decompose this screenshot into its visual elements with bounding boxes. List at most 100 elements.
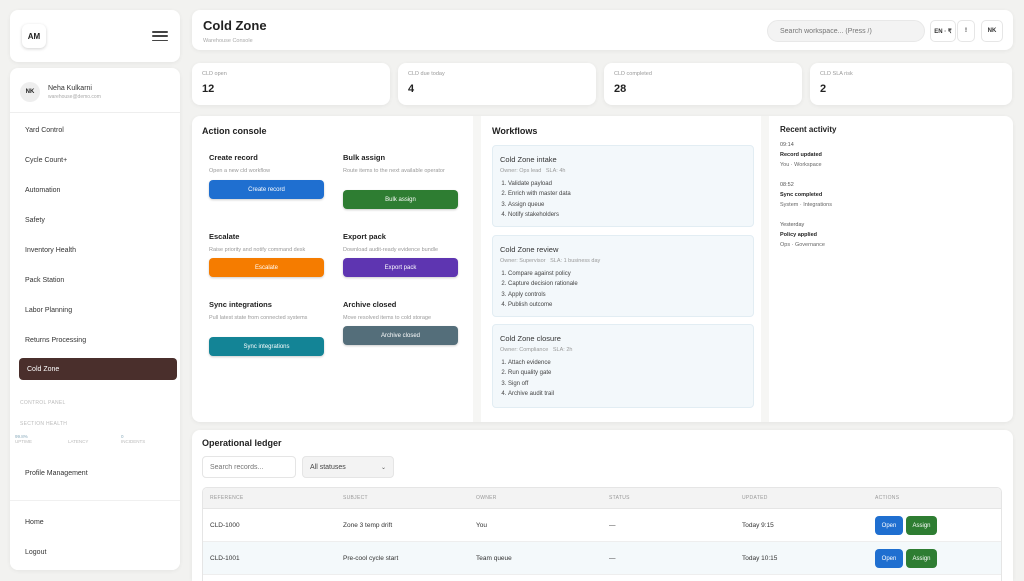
kpi-value: 28 [614,83,627,95]
workflow-card[interactable]: Cold Zone closure Owner: Compliance SLA:… [492,324,754,408]
workflow-card[interactable]: Cold Zone intake Owner: Ops lead SLA: 4h… [492,145,754,227]
ledger-table: REFERENCE SUBJECT OWNER STATUS UPDATED A… [202,487,1002,581]
workflow-owner: Owner: Compliance [500,347,549,353]
table-row[interactable]: CLD-1001 Pre-cool cycle start Team queue… [203,542,1001,575]
action-sync-integrations: Sync integrations Pull latest state from… [209,300,329,360]
chevron-down-icon: ⌄ [380,465,386,471]
workflow-step: Sign off [508,381,554,391]
sidebar-footer: Home Logout [10,500,180,570]
sidebar-item-inventory-health[interactable]: Inventory Health [19,239,177,261]
recent-activity-title: Recent activity [780,125,837,134]
health-uptime: 99.8% UPTIME [15,434,68,444]
workflow-steps: Validate payload Enrich with master data… [508,181,571,222]
notification-alert-icon[interactable]: ! [957,20,975,42]
workflow-title: Cold Zone closure [500,334,561,343]
cell-updated: Today 10:15 [742,555,778,562]
action-archive-closed: Archive closed Move resolved items to co… [343,300,463,350]
column-header[interactable]: SUBJECT [343,495,368,501]
action-title: Escalate [209,232,240,241]
activity-time: 09:14 [780,142,794,148]
sidebar-item-labor-planning[interactable]: Labor Planning [19,299,177,321]
action-export-pack: Export pack Download audit-ready evidenc… [343,232,463,282]
activity-title: Record updated [780,152,822,158]
sidebar-item-profile-management[interactable]: Profile Management [19,462,177,484]
cell-reference: CLD-1001 [210,555,240,562]
open-button[interactable]: Open [875,549,903,568]
page-header: Cold Zone Warehouse Console EN · ₹ ! NK [192,10,1013,50]
sync-integrations-button[interactable]: Sync integrations [209,337,324,356]
avatar: NK [20,82,40,102]
archive-closed-button[interactable]: Archive closed [343,326,458,345]
workflow-step: Apply controls [508,292,578,302]
sidebar: NK Neha Kulkarni warehouse@demo.com Yard… [10,68,180,570]
sidebar-item-cold-zone[interactable]: Cold Zone [19,358,177,380]
table-header: REFERENCE SUBJECT OWNER STATUS UPDATED A… [203,488,1001,509]
column-header[interactable]: UPDATED [742,495,768,501]
health-label: INCIDENTS [121,439,146,444]
create-record-button[interactable]: Create record [209,180,324,199]
workflow-step: Notify stakeholders [508,212,571,222]
action-title: Create record [209,153,258,162]
workflow-steps: Compare against policy Capture decision … [508,271,578,312]
cell-owner: You [476,522,487,529]
cell-status: — [609,522,616,529]
workflow-card[interactable]: Cold Zone review Owner: Supervisor SLA: … [492,235,754,317]
kpi-value: 2 [820,83,827,95]
kpi-label: CLD SLA risk [820,71,853,77]
user-profile[interactable]: NK Neha Kulkarni warehouse@demo.com [20,76,170,108]
action-desc: Download audit-ready evidence bundle [343,247,439,253]
workflow-owner: Owner: Supervisor [500,258,546,264]
status-filter-select[interactable]: All statuses ⌄ [302,456,394,478]
sidebar-item-safety[interactable]: Safety [19,209,177,231]
kpi-card: CLD completed 28 [604,63,802,105]
assign-button[interactable]: Assign [906,516,937,535]
search-input[interactable] [767,20,925,42]
workflow-steps: Attach evidence Run quality gate Sign of… [508,360,554,401]
open-button[interactable]: Open [875,516,903,535]
workflow-sla: SLA: 2h [552,347,573,353]
status-filter-value: All statuses [310,463,346,471]
language-currency-button[interactable]: EN · ₹ [930,20,956,42]
bulk-assign-button[interactable]: Bulk assign [343,190,458,209]
table-row[interactable]: CLD-1000 Zone 3 temp drift You — Today 9… [203,509,1001,542]
workflow-step: Archive audit trail [508,391,554,401]
column-header[interactable]: OWNER [476,495,497,501]
cell-status: — [609,555,616,562]
activity-sub: System · Integrations [780,202,832,208]
cell-updated: Today 9:15 [742,522,774,529]
column-header[interactable]: REFERENCE [210,495,244,501]
menu-toggle-icon[interactable] [152,31,168,41]
sidebar-item-home[interactable]: Home [19,511,177,533]
logo-card: AM [10,10,180,62]
workflow-meta: Owner: Compliance SLA: 2h [500,347,572,353]
escalate-button[interactable]: Escalate [209,258,324,277]
action-title: Archive closed [343,300,397,309]
workflow-title: Cold Zone review [500,245,559,254]
ledger-search-input[interactable] [202,456,296,478]
user-name: Neha Kulkarni [48,84,92,92]
workflow-owner: Owner: Ops lead [500,168,542,174]
sidebar-divider [10,112,180,113]
export-pack-button[interactable]: Export pack [343,258,458,277]
workflow-step: Assign queue [508,202,571,212]
sidebar-item-logout[interactable]: Logout [19,541,177,563]
sidebar-item-returns-processing[interactable]: Returns Processing [19,329,177,351]
sidebar-item-pack-station[interactable]: Pack Station [19,269,177,291]
main-panel: Action console Create record Open a new … [192,116,1013,422]
operational-ledger: Operational ledger All statuses ⌄ REFERE… [192,430,1013,581]
section-health: 99.8% UPTIME LATENCY 0 INCIDENTS [15,434,175,444]
assign-button[interactable]: Assign [906,549,937,568]
sidebar-item-yard-control[interactable]: Yard Control [19,119,177,141]
workflow-meta: Owner: Supervisor SLA: 1 business day [500,258,600,264]
user-avatar-button[interactable]: NK [981,20,1003,42]
control-panel-label: CONTROL PANEL [20,400,66,406]
app-logo[interactable]: AM [22,24,46,48]
action-bulk-assign: Bulk assign Route items to the next avai… [343,153,463,213]
activity-title: Policy applied [780,232,817,238]
workflow-step: Attach evidence [508,360,554,370]
column-header[interactable]: STATUS [609,495,630,501]
column-header: ACTIONS [875,495,900,501]
activity-item: 08:52 Sync completed System · Integratio… [780,182,832,208]
sidebar-item-automation[interactable]: Automation [19,179,177,201]
sidebar-item-cycle-count[interactable]: Cycle Count+ [19,149,177,171]
